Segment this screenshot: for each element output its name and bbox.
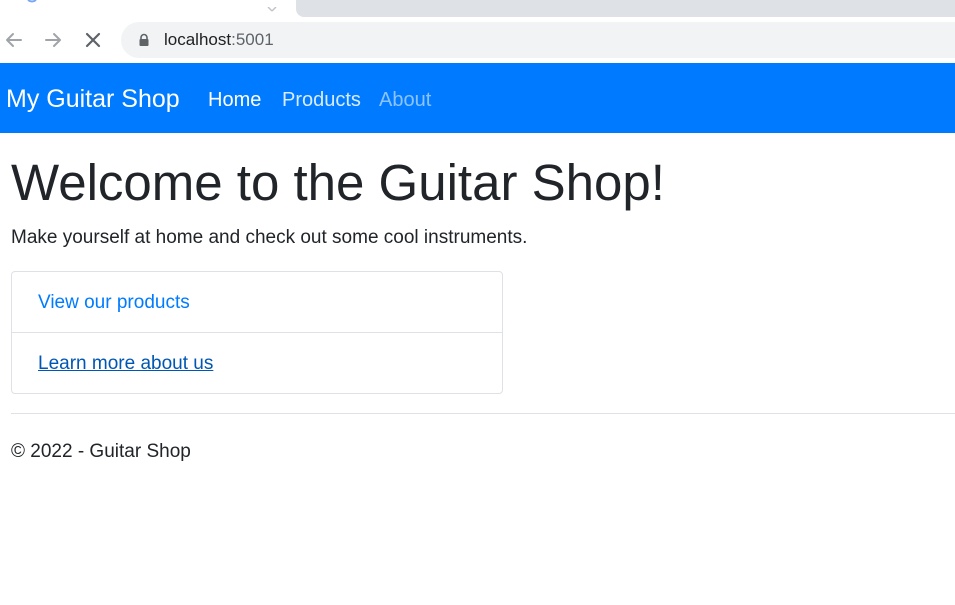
- learn-more-link[interactable]: Learn more about us: [38, 352, 213, 376]
- forward-button[interactable]: [39, 26, 67, 54]
- stop-loading-button[interactable]: [79, 26, 107, 54]
- list-item: View our products: [12, 272, 502, 333]
- url-port: :5001: [231, 30, 274, 49]
- lead-text: Make yourself at home and check out some…: [11, 227, 528, 248]
- tab-close-icon[interactable]: [262, 0, 286, 12]
- nav-link-home[interactable]: Home: [208, 88, 261, 112]
- footer-text: © 2022 - Guitar Shop: [11, 441, 191, 462]
- browser-tab-inactive[interactable]: [296, 0, 955, 17]
- view-products-link[interactable]: View our products: [38, 291, 190, 315]
- browser-toolbar: localhost:5001: [0, 18, 955, 62]
- footer-divider: [11, 413, 955, 414]
- navbar-brand[interactable]: My Guitar Shop: [6, 83, 180, 115]
- tab-favicon-fragment: [10, 0, 40, 6]
- close-icon: [85, 32, 101, 48]
- nav-link-about[interactable]: About: [379, 88, 431, 112]
- lock-icon: [139, 33, 149, 46]
- site-navbar: My Guitar Shop Home Products About: [0, 63, 955, 133]
- list-item: Learn more about us: [12, 333, 502, 394]
- url-text[interactable]: localhost:5001: [164, 31, 274, 49]
- arrow-right-icon: [45, 33, 61, 47]
- back-button[interactable]: [0, 26, 28, 54]
- address-bar[interactable]: localhost:5001: [121, 22, 955, 58]
- browser-tab-strip: [0, 0, 955, 18]
- page-title: Welcome to the Guitar Shop!: [11, 154, 665, 211]
- arrow-left-icon: [6, 33, 22, 47]
- link-list: View our products Learn more about us: [11, 271, 503, 394]
- nav-link-products[interactable]: Products: [282, 88, 361, 112]
- url-host: localhost: [164, 30, 232, 49]
